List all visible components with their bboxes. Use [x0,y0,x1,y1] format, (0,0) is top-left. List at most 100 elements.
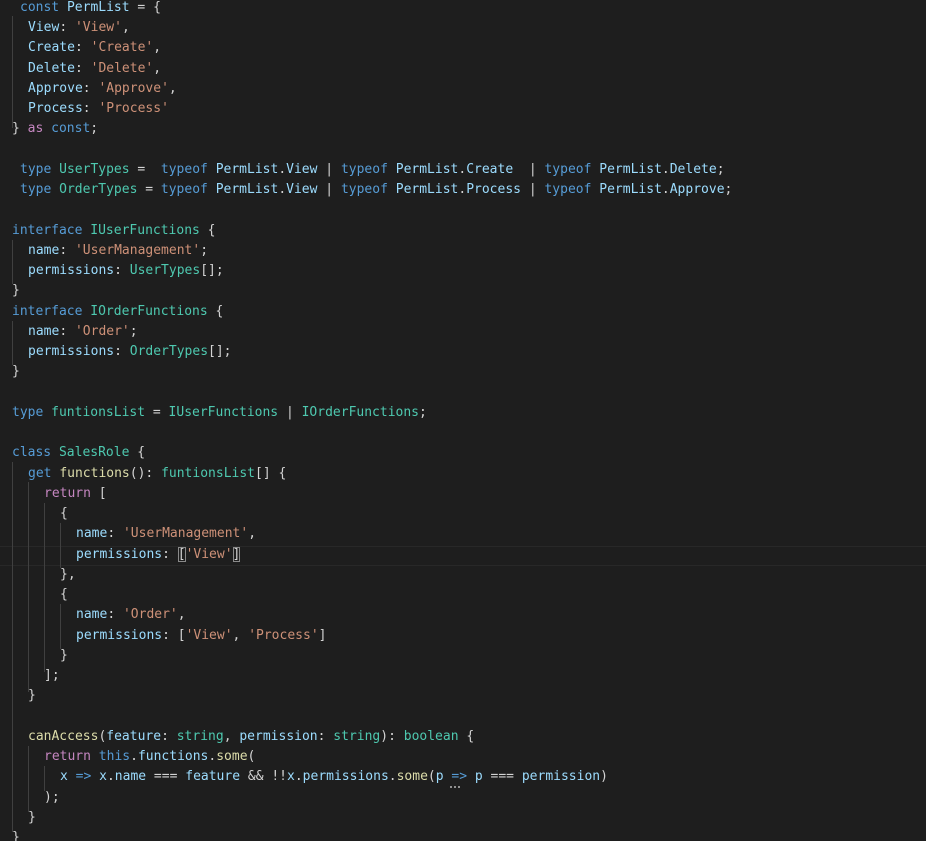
code-token-brk-match: ] [232,547,241,562]
indent-guide [12,16,13,128]
code-line[interactable]: Delete: 'Delete', [28,59,161,79]
code-token-kw: const [20,0,60,15]
code-line[interactable]: name: 'Order', [76,605,186,625]
code-token-var: name [28,243,60,258]
code-token: { [207,304,224,319]
code-line[interactable]: name: 'Order'; [28,322,138,342]
code-token-var: x [60,769,68,784]
code-line[interactable]: name: 'UserManagement'; [28,241,208,261]
code-line[interactable]: { [60,585,68,605]
code-line[interactable]: type UserTypes = typeof PermList.View | … [20,160,725,180]
code-line[interactable]: } [12,362,20,382]
code-token: ) [600,769,608,784]
code-line[interactable]: View: 'View', [28,18,130,38]
code-line[interactable]: } [28,686,36,706]
code-token: . [278,162,287,177]
code-token: . [294,769,303,784]
indent-guide [44,503,45,672]
code-token: ]; [44,668,60,683]
code-line[interactable]: } [28,808,36,828]
code-line[interactable]: ); [44,788,60,808]
code-token-ty: OrderTypes [59,182,138,197]
code-token-ty: UserTypes [59,162,130,177]
code-token: === [146,769,186,784]
code-line[interactable]: get functions(): funtionsList[] { [28,464,286,484]
code-line[interactable]: } [12,828,20,841]
code-token-fn: some [396,769,428,784]
code-token-var: Approve [28,81,83,96]
code-token: | [278,405,302,420]
code-token-ty: IUserFunctions [168,405,279,420]
code-line[interactable]: permissions: OrderTypes[]; [28,342,232,362]
code-line[interactable]: Process: 'Process' [28,99,169,119]
code-line[interactable]: permissions: UserTypes[]; [28,261,224,281]
code-token: } [12,830,20,841]
indent-guide [60,604,61,649]
code-token-var: Delete [669,162,717,177]
code-line[interactable]: type OrderTypes = typeof PermList.View |… [20,180,732,200]
code-line[interactable]: Create: 'Create', [28,38,161,58]
code-token: . [106,769,115,784]
code-token-kw: type [20,162,52,177]
code-line[interactable]: ]; [44,666,60,686]
code-line[interactable]: x => x.name === feature && !!x.permissio… [60,767,608,787]
code-token-var: name [114,769,147,784]
code-token: : [74,40,91,55]
code-line[interactable]: interface IUserFunctions { [12,221,216,241]
code-token: } [12,121,28,136]
code-line[interactable]: const PermList = { [20,0,161,18]
code-line[interactable]: permissions: ['View', 'Process'] [76,626,326,646]
indent-guide [12,321,13,365]
code-token: , [177,607,186,622]
code-token: ): [380,729,404,744]
code-token-var: permissions [302,769,389,784]
code-token-fn: functions [59,466,130,481]
code-token-var: PermList [395,182,459,197]
code-token-var: PermList [599,162,662,177]
code-token-str: 'Approve' [98,81,169,96]
code-token: , [153,40,162,55]
code-token: , [121,20,130,35]
code-token-var: Approve [669,182,725,197]
code-token-var: View [286,162,318,177]
code-line[interactable]: permissions: ['View'] [76,545,241,565]
code-line[interactable]: } [60,646,68,666]
indent-guide [12,240,13,284]
code-line[interactable]: type funtionsList = IUserFunctions | IOr… [12,403,427,423]
code-token-var: permission [239,729,318,744]
code-token-str: 'View' [185,547,233,562]
code-token: } [28,810,36,825]
code-line[interactable]: }, [60,565,76,585]
code-token-kw: => [75,769,92,784]
code-line[interactable]: canAccess(feature: string, permission: s… [28,727,474,747]
code-token: ; [419,405,427,420]
code-token: === [482,769,522,784]
code-line[interactable]: } [12,281,20,301]
code-line[interactable]: return [ [44,484,107,504]
code-editor[interactable]: const PermList = {View: 'View', Create: '… [0,0,926,841]
code-token: ; [200,243,209,258]
code-line[interactable]: interface IOrderFunctions { [12,302,223,322]
code-line[interactable]: } as const; [12,119,98,139]
code-line[interactable]: return this.functions.some( [44,747,255,767]
code-token-str: 'Order' [122,607,178,622]
code-line[interactable]: class SalesRole { [12,443,145,463]
code-token-fn: canAccess [28,729,99,744]
code-token: ; [129,324,138,339]
code-line[interactable]: Approve: 'Approve', [28,79,177,99]
code-token-var: Process [28,101,83,116]
code-line[interactable]: { [60,504,68,524]
code-token: : [162,547,178,562]
code-token: | [513,162,545,177]
code-line[interactable]: name: 'UserManagement', [76,524,256,544]
code-token: = [129,162,161,177]
code-token: : [317,729,334,744]
code-token-kw: type [20,182,52,197]
indent-guide [12,462,13,832]
